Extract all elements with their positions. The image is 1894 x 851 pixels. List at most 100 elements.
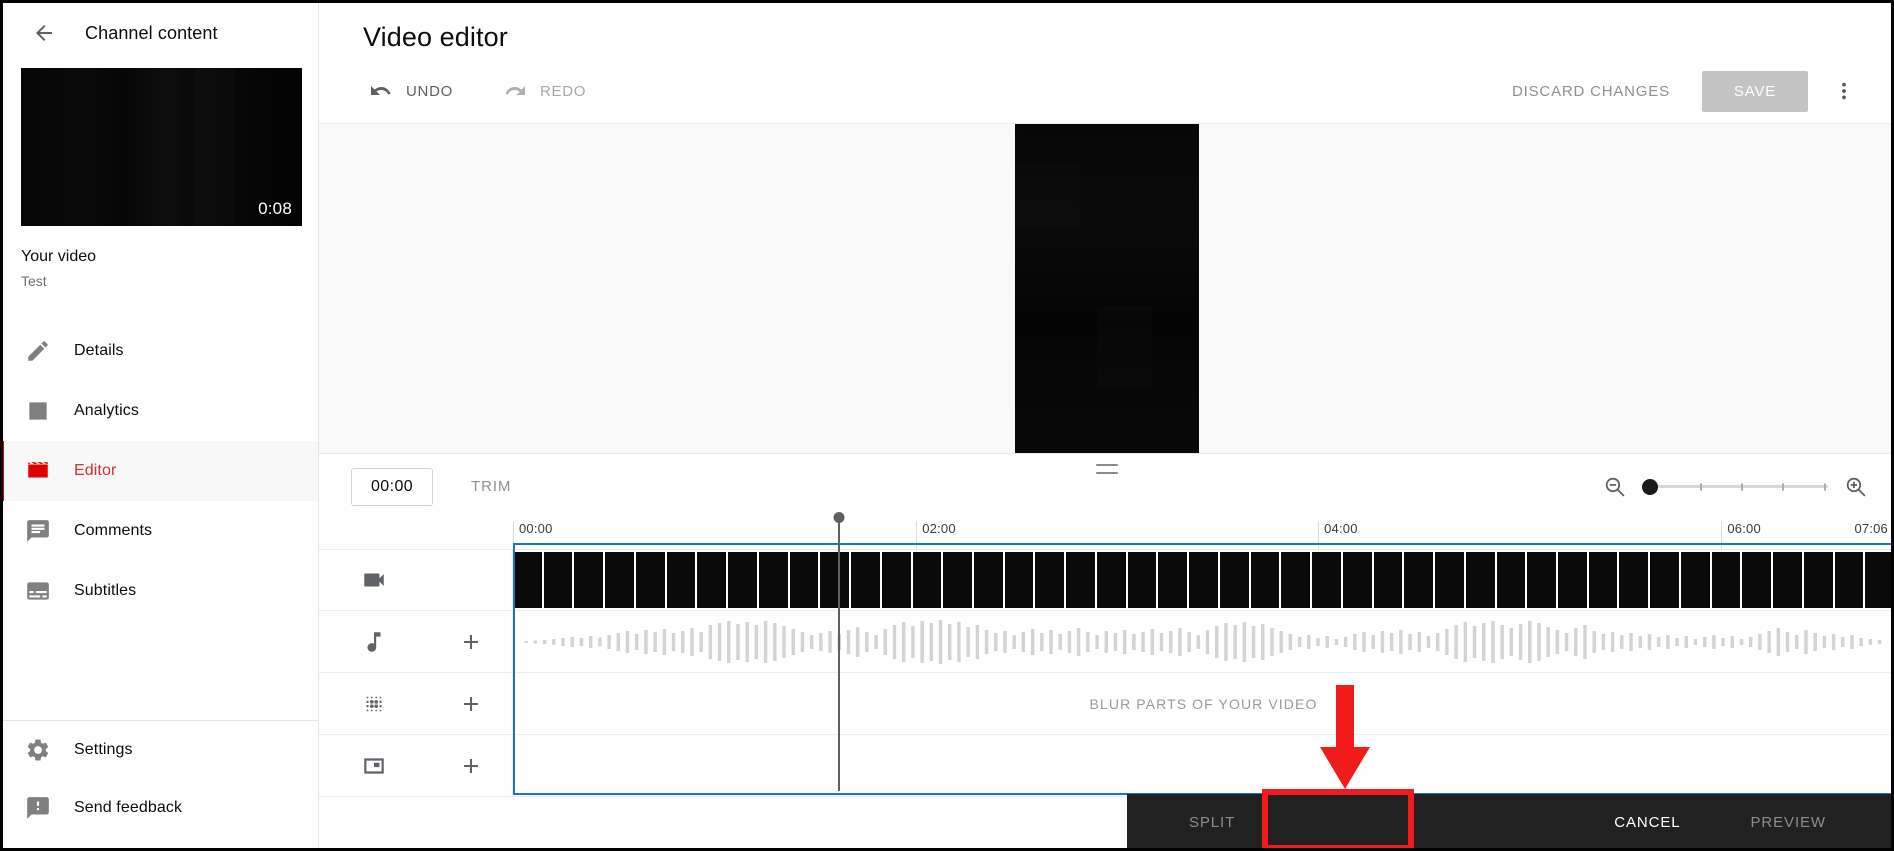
trim-button[interactable]: TRIM	[457, 468, 525, 505]
timecode-input[interactable]: 00:00	[351, 467, 434, 506]
sidebar-item-label: Analytics	[74, 402, 139, 419]
plus-icon	[463, 634, 478, 649]
video-preview[interactable]	[1014, 124, 1199, 454]
handle-bar-1	[1095, 464, 1118, 466]
plus-icon	[463, 758, 478, 773]
filmstrip-frame	[1773, 552, 1802, 608]
preview-shade-2	[1097, 306, 1152, 389]
filmstrip-frame	[1834, 552, 1864, 608]
sidebar-item-editor[interactable]: Editor	[0, 441, 318, 501]
subtitles-icon	[24, 577, 52, 605]
sidebar-item-settings[interactable]: Settings	[0, 721, 318, 779]
zoom-slider[interactable]	[1642, 477, 1828, 497]
ruler-tick: 06:00	[1721, 521, 1761, 549]
filmstrip-frame	[974, 552, 1003, 608]
filmstrip-frame	[605, 552, 634, 608]
filmstrip-frame	[1465, 552, 1495, 608]
youtube-studio-video-editor: Channel content 0:08 Your video Test Det…	[0, 0, 1894, 851]
sidebar-nav: Details Analytics Editor Comments Subtit…	[0, 321, 318, 621]
filmstrip-frame	[820, 552, 850, 608]
add-audio-button[interactable]	[429, 611, 513, 672]
track-end-screen[interactable]	[319, 735, 1894, 797]
preview-button[interactable]: PREVIEW	[1729, 804, 1848, 841]
filmstrip-frame	[1803, 552, 1833, 608]
filmstrip-frame	[1312, 552, 1341, 608]
ruler-tick: 04:00	[1318, 521, 1358, 549]
filmstrip-frame	[1004, 552, 1034, 608]
timeline-controls: 00:00 TRIM	[319, 453, 1894, 519]
filmstrip-frame	[1281, 552, 1311, 608]
save-button[interactable]: SAVE	[1701, 70, 1808, 112]
video-preview-area	[319, 123, 1894, 474]
feedback-icon	[24, 794, 52, 822]
zoom-out-icon[interactable]	[1602, 474, 1627, 499]
thumbnail-duration: 0:08	[258, 199, 292, 218]
waveform-path	[524, 619, 1882, 664]
filmstrip-frame	[666, 552, 696, 608]
track-body-audio[interactable]	[513, 611, 1894, 672]
filmstrip-frame	[1496, 552, 1526, 608]
sidebar-item-label: Details	[74, 342, 124, 359]
video-thumbnail-wrapper: 0:08	[0, 68, 318, 226]
filmstrip-frame	[635, 552, 665, 608]
more-options-button[interactable]	[1822, 69, 1866, 113]
sidebar-item-label: Editor	[74, 462, 117, 479]
back-button[interactable]	[24, 13, 64, 53]
zoom-controls	[1602, 474, 1868, 499]
sidebar-item-analytics[interactable]: Analytics	[0, 381, 318, 441]
handle-bar-2	[1095, 472, 1118, 474]
track-body-video[interactable]	[513, 550, 1894, 610]
discard-changes-button[interactable]: DISCARD CHANGES	[1498, 73, 1684, 110]
zoom-tick	[1699, 483, 1702, 490]
filmstrip-frame	[1127, 552, 1157, 608]
video-filmstrip[interactable]	[513, 552, 1894, 608]
zoom-slider-track	[1642, 485, 1828, 488]
filmstrip-frame	[881, 552, 911, 608]
cancel-button[interactable]: CANCEL	[1594, 804, 1700, 841]
redo-button[interactable]: REDO	[489, 71, 600, 111]
sidebar-footer: Settings Send feedback	[0, 720, 318, 851]
sidebar-item-subtitles[interactable]: Subtitles	[0, 561, 318, 621]
track-audio[interactable]	[319, 611, 1894, 673]
editor-action-bar: SPLIT CANCEL PREVIEW	[1127, 794, 1894, 851]
timeline-ruler[interactable]: 00:00 02:00 04:00 06:00 07:06	[513, 519, 1894, 549]
undo-icon	[371, 86, 391, 95]
filmstrip-frame	[1158, 552, 1188, 608]
sidebar-item-label: Send feedback	[74, 799, 183, 816]
undo-button[interactable]: UNDO	[355, 71, 467, 111]
track-video[interactable]	[319, 549, 1894, 611]
add-blur-button[interactable]	[429, 673, 513, 734]
filmstrip-frame	[513, 552, 542, 608]
filmstrip-frame	[1435, 552, 1464, 608]
audio-waveform	[513, 611, 1894, 672]
sidebar: Channel content 0:08 Your video Test Det…	[0, 0, 319, 851]
filmstrip-frame	[1250, 552, 1280, 608]
ruler-tick: 02:00	[916, 521, 956, 549]
timeline-tracks: BLUR PARTS OF YOUR VIDEO	[319, 549, 1894, 797]
video-camera-icon	[319, 550, 429, 610]
end-screen-icon	[319, 735, 429, 796]
panel-resize-handle[interactable]	[1095, 464, 1118, 474]
filmstrip-frame	[1557, 552, 1587, 608]
video-thumbnail[interactable]: 0:08	[21, 68, 302, 226]
filmstrip-frame	[728, 552, 757, 608]
track-add-placeholder-video	[429, 550, 513, 610]
comment-icon	[24, 517, 52, 545]
filmstrip-frame	[1680, 552, 1710, 608]
track-blur[interactable]: BLUR PARTS OF YOUR VIDEO	[319, 673, 1894, 735]
split-button[interactable]: SPLIT	[1169, 804, 1255, 841]
music-note-icon	[319, 611, 429, 672]
filmstrip-frame	[851, 552, 880, 608]
sidebar-item-details[interactable]: Details	[0, 321, 318, 381]
track-body-blur[interactable]: BLUR PARTS OF YOUR VIDEO	[513, 673, 1894, 734]
track-body-end-screen[interactable]	[513, 735, 1894, 796]
add-end-screen-button[interactable]	[429, 735, 513, 796]
filmstrip-frame	[1404, 552, 1434, 608]
thumbnail-shade-1	[128, 68, 179, 226]
zoom-slider-thumb[interactable]	[1642, 478, 1658, 495]
zoom-in-icon[interactable]	[1843, 474, 1868, 499]
filmstrip-frame	[1588, 552, 1618, 608]
sidebar-item-send-feedback[interactable]: Send feedback	[0, 779, 318, 837]
zoom-tick	[1781, 483, 1784, 490]
sidebar-item-comments[interactable]: Comments	[0, 501, 318, 561]
